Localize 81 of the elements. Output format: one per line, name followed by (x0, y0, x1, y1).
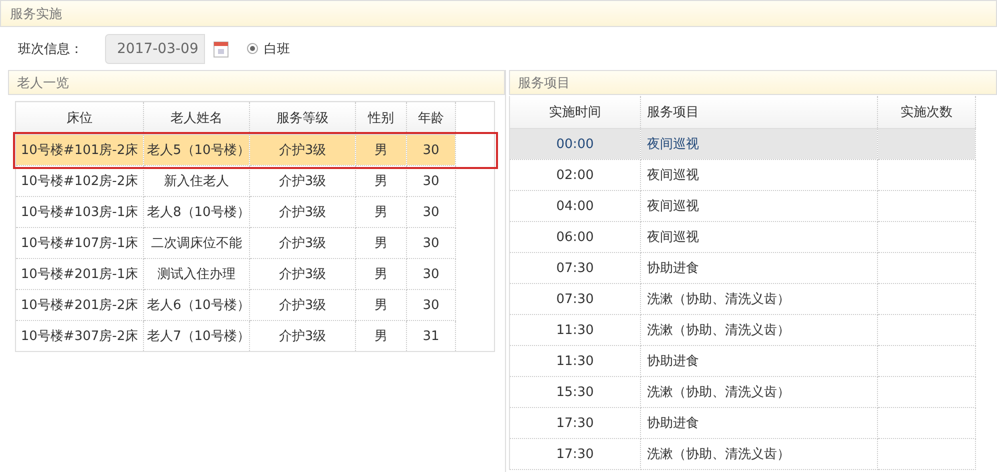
table-row[interactable]: 10号楼#307房-2床 老人7（10号楼） 介护3级 男 31 (16, 320, 494, 352)
table-row[interactable]: 11:30 洗漱（协助、清洗义齿） (510, 314, 997, 346)
table-cell: 夜间巡视 (640, 222, 878, 252)
table-cell: 10号楼#103房-1床 (16, 196, 144, 228)
table-cell: 男 (356, 166, 406, 196)
table-row[interactable]: 06:00 夜间巡视 (510, 222, 997, 252)
table-cell: 洗漱（协助、清洗义齿） (640, 376, 878, 408)
table-cell: 男 (356, 196, 406, 228)
column-header: 服务等级 (250, 102, 356, 134)
table-row[interactable]: 10号楼#107房-1床 二次调床位不能 介护3级 男 30 (16, 228, 494, 258)
table-cell: 30 (406, 134, 456, 166)
table-cell: 老人8（10号楼） (144, 196, 250, 228)
table-cell: 介护3级 (250, 290, 356, 320)
table-cell: 洗漱（协助、清洗义齿） (640, 284, 878, 314)
table-cell: 协助进食 (640, 346, 878, 376)
table-cell: 10号楼#102房-2床 (16, 166, 144, 196)
table-cell: 夜间巡视 (640, 190, 878, 222)
calendar-icon[interactable] (213, 40, 229, 58)
table-cell: 介护3级 (250, 258, 356, 290)
table-cell: 测试入住办理 (144, 258, 250, 290)
table-cell: 07:30 (510, 252, 640, 284)
table-cell: 04:00 (510, 190, 640, 222)
table-cell: 介护3级 (250, 134, 356, 166)
table-cell: 11:30 (510, 346, 640, 376)
table-row[interactable]: 10号楼#201房-1床 测试入住办理 介护3级 男 30 (16, 258, 494, 290)
table-cell: 男 (356, 228, 406, 258)
table-cell: 介护3级 (250, 166, 356, 196)
table-cell: 新入住老人 (144, 166, 250, 196)
table-cell: 协助进食 (640, 408, 878, 438)
table-row[interactable]: 17:30 洗漱（协助、清洗义齿） (510, 438, 997, 470)
table-row[interactable]: 10号楼#102房-2床 新入住老人 介护3级 男 30 (16, 166, 494, 196)
table-cell: 夜间巡视 (640, 160, 878, 190)
table-row[interactable]: 07:30 协助进食 (510, 252, 997, 284)
column-header: 实施时间 (510, 96, 640, 128)
table-cell: 02:00 (510, 160, 640, 190)
table-cell: 二次调床位不能 (144, 228, 250, 258)
table-cell: 17:30 (510, 438, 640, 470)
column-header: 服务项目 (640, 96, 878, 128)
table-row[interactable]: 07:30 洗漱（协助、清洗义齿） (510, 284, 997, 314)
page-title: 服务实施 (10, 6, 62, 22)
table-cell: 男 (356, 290, 406, 320)
radio-label[interactable]: 白班 (264, 40, 290, 58)
table-cell: 15:30 (510, 376, 640, 408)
table-cell: 老人5（10号楼） (144, 134, 250, 166)
table-cell: 06:00 (510, 222, 640, 252)
table-cell: 协助进食 (640, 252, 878, 284)
table-cell: 洗漱（协助、清洗义齿） (640, 314, 878, 346)
table-row[interactable]: 10号楼#201房-2床 老人6（10号楼） 介护3级 男 30 (16, 290, 494, 320)
table-row[interactable]: 17:30 协助进食 (510, 408, 997, 438)
table-cell: 10号楼#201房-1床 (16, 258, 144, 290)
column-header: 老人姓名 (144, 102, 250, 134)
column-header: 床位 (16, 102, 144, 134)
table-row[interactable]: 15:30 洗漱（协助、清洗义齿） (510, 376, 997, 408)
table-cell: 介护3级 (250, 196, 356, 228)
table-row[interactable]: 10号楼#101房-2床 老人5（10号楼） 介护3级 男 30 (16, 134, 494, 166)
table-cell: 17:30 (510, 408, 640, 438)
table-row[interactable]: 04:00 夜间巡视 (510, 190, 997, 222)
table-cell: 夜间巡视 (640, 128, 878, 160)
table-row[interactable]: 11:30 协助进食 (510, 346, 997, 376)
table-cell: 10号楼#107房-1床 (16, 228, 144, 258)
table-cell: 洗漱（协助、清洗义齿） (640, 438, 878, 470)
table-cell: 11:30 (510, 314, 640, 346)
table-cell: 男 (356, 134, 406, 166)
table-cell: 男 (356, 258, 406, 290)
shift-label: 班次信息： (18, 40, 83, 58)
panel-title: 老人一览 (17, 74, 69, 92)
date-field[interactable]: 2017-03-09 (105, 34, 205, 64)
table-cell: 10号楼#101房-2床 (16, 134, 144, 166)
table-cell: 10号楼#201房-2床 (16, 290, 144, 320)
radio-button[interactable] (247, 43, 258, 54)
column-header: 实施次数 (878, 96, 976, 128)
table-row[interactable]: 10号楼#103房-1床 老人8（10号楼） 介护3级 男 30 (16, 196, 494, 228)
column-header: 年龄 (406, 102, 456, 134)
panel-title: 服务项目 (518, 74, 570, 92)
column-header: 性别 (356, 102, 406, 134)
table-cell: 07:30 (510, 284, 640, 314)
table-cell: 00:00 (510, 128, 640, 160)
table-cell: 介护3级 (250, 228, 356, 258)
table-cell: 老人6（10号楼） (144, 290, 250, 320)
table-row[interactable]: 00:00 夜间巡视 (510, 128, 997, 160)
table-row[interactable]: 02:00 夜间巡视 (510, 160, 997, 190)
